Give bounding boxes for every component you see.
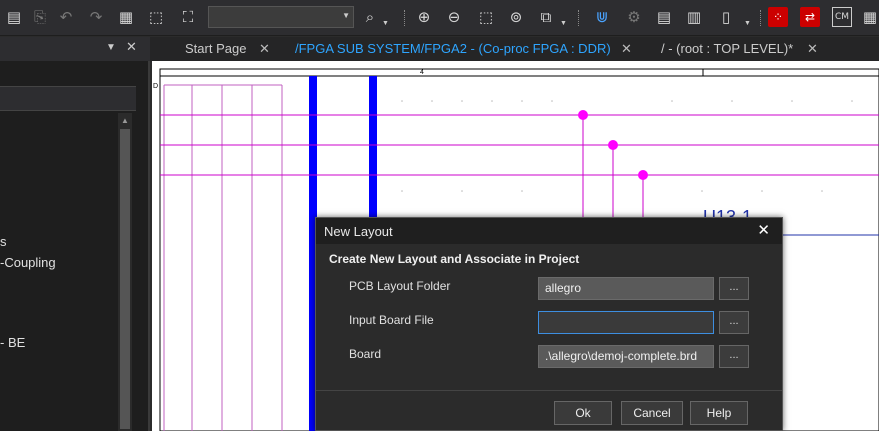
zoom-in-icon[interactable]: ⊕ xyxy=(414,7,434,27)
board-input[interactable]: .\allegro\demoj-complete.brd xyxy=(538,345,714,368)
board-browse-button[interactable]: ... xyxy=(719,345,749,368)
grid-dots xyxy=(401,100,853,192)
copy-icon[interactable]: ⎘ xyxy=(30,7,50,27)
close-icon[interactable]: ✕ xyxy=(126,39,137,55)
route-icon[interactable]: ⇄ xyxy=(800,7,820,27)
chevron-down-icon[interactable]: ▼ xyxy=(382,20,389,27)
tab-start-page[interactable]: Start Page ✕ xyxy=(185,37,270,61)
dialog-heading: Create New Layout and Associate in Proje… xyxy=(329,252,580,266)
main-toolbar: ▤ ⎘ ↶ ↷ ▦ ⬚ ⛶ ▼ ⌕ ▼ ⊕ ⊖ ⬚ ⊚ ⧉ ▼ ⋓ ⚙ ▤ ▥ … xyxy=(0,0,879,36)
input-board-file-browse-button[interactable]: ... xyxy=(719,311,749,334)
area-select-icon[interactable]: ⛶ xyxy=(178,7,198,27)
dialog-footer: Ok Cancel Help xyxy=(316,390,782,430)
tab-label: /FPGA SUB SYSTEM/FPGA2 - (Co-proc FPGA :… xyxy=(295,41,611,56)
chevron-down-icon: ▼ xyxy=(342,11,350,20)
zoom-all-icon[interactable]: ⊚ xyxy=(506,7,526,27)
toolbar-separator xyxy=(760,10,762,26)
ruler-left-label: D xyxy=(153,83,158,90)
hierarchy-icon[interactable]: ⧉ xyxy=(536,7,556,27)
tab-label: Start Page xyxy=(185,41,247,56)
query-icon[interactable]: ⌕ xyxy=(360,7,380,27)
junction-dot xyxy=(578,110,588,120)
pcb-layout-folder-browse-button[interactable]: ... xyxy=(719,277,749,300)
tree-item[interactable]: s xyxy=(0,234,7,249)
tree-item[interactable]: - BE xyxy=(0,335,25,350)
input-board-file-label: Input Board File xyxy=(349,313,434,327)
close-icon[interactable]: ✕ xyxy=(807,37,818,61)
scrollbar-thumb[interactable] xyxy=(120,129,130,429)
junction-dot xyxy=(608,140,618,150)
close-icon[interactable]: ✕ xyxy=(621,37,632,61)
grid-icon[interactable]: ▦ xyxy=(860,7,879,27)
document-icon[interactable]: ▯ xyxy=(716,7,736,27)
tree-item[interactable]: -Coupling xyxy=(0,255,56,270)
redo-icon[interactable]: ↷ xyxy=(86,7,106,27)
tab-root[interactable]: / - (root : TOP LEVEL)* ✕ xyxy=(661,37,818,61)
cm-icon-label: CM xyxy=(834,12,850,22)
help-button[interactable]: Help xyxy=(690,401,748,425)
toolbar-combo[interactable]: ▼ xyxy=(208,6,354,28)
dialog-title-bar[interactable]: New Layout ✕ xyxy=(316,218,782,244)
sidebar-scrollbar[interactable]: ▲ xyxy=(118,113,132,431)
undo-icon[interactable]: ↶ xyxy=(56,7,76,27)
netlist-icon[interactable]: ⚙ xyxy=(624,7,644,27)
input-board-file-input[interactable] xyxy=(538,311,714,334)
ok-button[interactable]: Ok xyxy=(554,401,612,425)
new-layout-dialog: New Layout ✕ Create New Layout and Assoc… xyxy=(315,217,783,431)
toolbar-separator xyxy=(578,10,580,26)
pcb-layout-folder-label: PCB Layout Folder xyxy=(349,279,451,293)
magnet-icon[interactable]: ⋓ xyxy=(592,7,612,27)
board-label: Board xyxy=(349,347,382,361)
toolbar-separator xyxy=(404,10,406,26)
chevron-down-icon[interactable]: ▼ xyxy=(560,20,567,27)
sidebar-panel-header xyxy=(0,86,136,111)
close-icon[interactable]: ✕ xyxy=(259,37,270,61)
pcb-layout-folder-input[interactable]: allegro xyxy=(538,277,714,300)
project-sidebar: ▲ s -Coupling - BE xyxy=(0,61,150,431)
cancel-button[interactable]: Cancel xyxy=(621,401,683,425)
report-icon[interactable]: ▤ xyxy=(654,7,674,27)
dialog-title: New Layout xyxy=(324,224,393,239)
paste-icon[interactable]: ▤ xyxy=(4,7,24,27)
chevron-up-icon[interactable]: ▲ xyxy=(121,116,129,125)
select-grid-icon[interactable]: ▦ xyxy=(116,7,136,27)
cm-icon[interactable]: CM xyxy=(832,7,852,27)
zoom-area-icon[interactable]: ⬚ xyxy=(476,7,496,27)
tab-label: / - (root : TOP LEVEL)* xyxy=(661,41,794,56)
tab-fpga2[interactable]: /FPGA SUB SYSTEM/FPGA2 - (Co-proc FPGA :… xyxy=(295,37,632,61)
junction-dot xyxy=(638,170,648,180)
chevron-down-icon[interactable]: ▼ xyxy=(744,20,751,27)
bom-icon[interactable]: ▥ xyxy=(684,7,704,27)
ruler-top-label: 4 xyxy=(420,69,424,76)
sidebar-header-controls: ▼ ✕ xyxy=(0,37,150,61)
chevron-down-icon[interactable]: ▼ xyxy=(106,42,116,53)
zoom-out-icon[interactable]: ⊖ xyxy=(444,7,464,27)
close-icon[interactable]: ✕ xyxy=(757,221,770,239)
place-icon[interactable]: ⁘ xyxy=(768,7,788,27)
select-icon[interactable]: ⬚ xyxy=(146,7,166,27)
